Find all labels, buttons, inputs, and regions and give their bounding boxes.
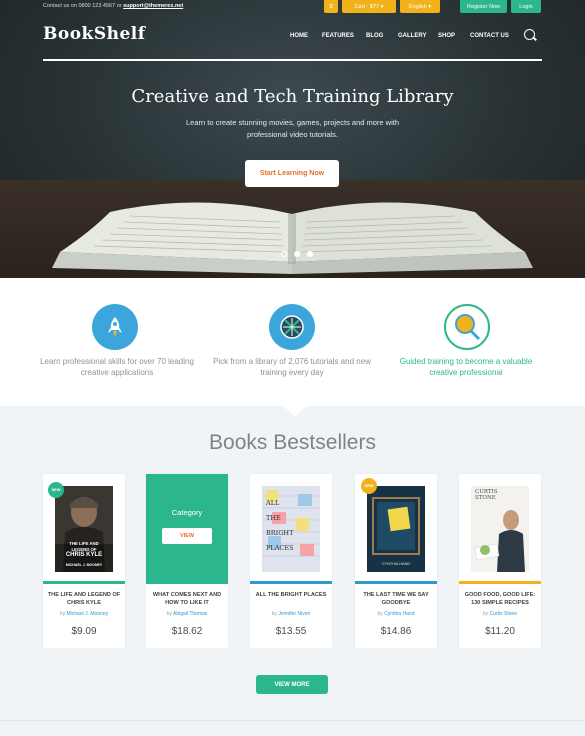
book-title[interactable]: THE LAST TIME WE SAY GOODBYE xyxy=(359,592,433,607)
card-stripe xyxy=(459,581,541,584)
cover-line-2: THE xyxy=(266,514,281,522)
language-select[interactable]: English ▾ xyxy=(400,0,440,13)
author-prefix: by xyxy=(377,611,383,617)
author-link[interactable]: Abigail Thomas xyxy=(173,611,207,617)
footer-divider xyxy=(0,720,585,721)
author-link[interactable]: Jennifer Niven xyxy=(278,611,310,617)
slider-dot-2[interactable] xyxy=(294,251,300,257)
cover-line-2: STONE xyxy=(475,495,496,501)
header-divider xyxy=(43,59,542,61)
author-prefix: by xyxy=(482,611,489,617)
author-link[interactable]: Michael J. Mooney xyxy=(66,611,108,617)
contact-info: Contact us on 0800 123 4567 or support@t… xyxy=(43,3,183,9)
book-title[interactable]: ALL THE BRIGHT PLACES xyxy=(254,592,328,600)
cover-line-3: BRIGHT xyxy=(266,529,294,537)
open-book-illustration xyxy=(52,202,533,274)
register-button[interactable]: Register Now xyxy=(460,0,507,13)
book-author: by Curtis Stone xyxy=(463,611,537,617)
author-link[interactable]: Curtis Stone xyxy=(490,611,518,617)
card-stripe xyxy=(355,581,437,584)
book-cover-bright-places[interactable]: ALL THE BRIGHT PLACES xyxy=(262,486,320,572)
card-stripe xyxy=(250,581,332,584)
hero-section: Contact us on 0800 123 4567 or support@t… xyxy=(0,0,585,278)
book-cover-last-time[interactable]: CYNTHIA HAND xyxy=(367,486,425,572)
cover-line-1: ALL xyxy=(266,499,280,507)
new-badge: NEW xyxy=(48,482,64,498)
book-price: $14.86 xyxy=(380,626,412,637)
author-prefix: by xyxy=(59,611,66,617)
book-cover-good-food[interactable]: CURTIS STONE xyxy=(471,486,529,572)
feature-text-2: Pick from a library of 2,076 tutorials a… xyxy=(213,357,371,377)
slider-dot-1[interactable] xyxy=(281,251,287,257)
feature-text-3: Guided training to become a valuable cre… xyxy=(399,357,533,377)
contact-prefix: Contact us on 0800 123 4567 or xyxy=(43,3,122,9)
cover-line-3: CHRIS KYLE xyxy=(65,552,103,558)
book-price: $18.62 xyxy=(171,626,203,637)
top-bar: Contact us on 0800 123 4567 or support@t… xyxy=(0,0,585,14)
nav-contact-us[interactable]: CONTACT US xyxy=(470,33,509,39)
rocket-icon xyxy=(92,304,138,350)
currency-button[interactable]: $ xyxy=(324,0,338,13)
book-price: $11.20 xyxy=(485,626,515,637)
cover-line-4: PLACES xyxy=(266,544,294,552)
book-cover-chris-kyle[interactable]: THE LIFE AND LEGEND OF CHRIS KYLE MICHAE… xyxy=(55,486,113,572)
book-card-1[interactable]: THE LIFE AND LEGEND OF CHRIS KYLE MICHAE… xyxy=(43,474,125,648)
book-title[interactable]: THE LIFE AND LEGEND OF CHRIS KYLE xyxy=(47,592,121,607)
book-author: by Cynthia Hand xyxy=(359,611,433,617)
contact-email-link[interactable]: support@themerex.net xyxy=(123,3,183,9)
book-card-5[interactable]: CURTIS STONE GOOD FOOD, GOOD LIFE: 130 S… xyxy=(459,474,541,648)
view-more-button[interactable]: VIEW MORE xyxy=(256,675,328,694)
book-price: $9.09 xyxy=(71,626,97,637)
category-label: Category xyxy=(171,508,203,517)
hero-subtitle: Learn to create stunning movies, games, … xyxy=(185,118,400,139)
category-view-button[interactable]: VIEW xyxy=(162,528,212,544)
book-card-3[interactable]: ALL THE BRIGHT PLACES ALL THE BRIGHT PLA… xyxy=(250,474,332,648)
section-notch xyxy=(283,406,307,417)
login-button[interactable]: Login xyxy=(511,0,541,13)
book-price: $13.55 xyxy=(275,626,307,637)
crosshair-icon xyxy=(269,304,315,350)
card-stripe xyxy=(43,581,125,584)
author-prefix: by xyxy=(271,611,277,617)
nav-features[interactable]: FEATURES xyxy=(322,33,354,39)
nav-shop[interactable]: SHOP xyxy=(438,33,455,39)
book-author: by Michael J. Mooney xyxy=(47,611,121,617)
author-link[interactable]: Cynthia Hand xyxy=(384,611,414,617)
nav-home[interactable]: HOME xyxy=(290,33,308,39)
cart-button[interactable]: Cart · $77 ▾ xyxy=(342,0,396,13)
search-icon[interactable] xyxy=(524,29,535,40)
site-logo[interactable]: BookShelf xyxy=(43,24,146,44)
book-card-4[interactable]: CYNTHIA HAND THE LAST TIME WE SAY GOODBY… xyxy=(355,474,437,648)
author-prefix: by xyxy=(166,611,172,617)
nav-gallery[interactable]: GALLERY xyxy=(398,33,426,39)
book-author: by Jennifer Niven xyxy=(254,611,328,617)
book-title[interactable]: WHAT COMES NEXT AND HOW TO LIKE IT xyxy=(150,592,224,607)
book-author: by Abigail Thomas xyxy=(150,611,224,617)
new-badge: NEW xyxy=(361,478,377,494)
hero-title: Creative and Tech Training Library xyxy=(131,86,454,107)
cover-author: CYNTHIA HAND xyxy=(381,562,411,566)
bestsellers-title: Books Bestsellers xyxy=(209,431,376,454)
feature-text-1: Learn professional skills for over 70 le… xyxy=(40,357,194,377)
book-title[interactable]: GOOD FOOD, GOOD LIFE: 130 SIMPLE RECIPES xyxy=(463,592,537,607)
nav-blog[interactable]: BLOG xyxy=(366,33,383,39)
slider-dot-3[interactable] xyxy=(307,251,313,257)
category-overlay[interactable]: Category VIEW xyxy=(146,474,228,584)
magnifier-icon xyxy=(444,304,490,350)
cover-line-4: MICHAEL J. MOONEY xyxy=(65,563,103,567)
start-learning-button[interactable]: Start Learning Now xyxy=(245,160,339,187)
